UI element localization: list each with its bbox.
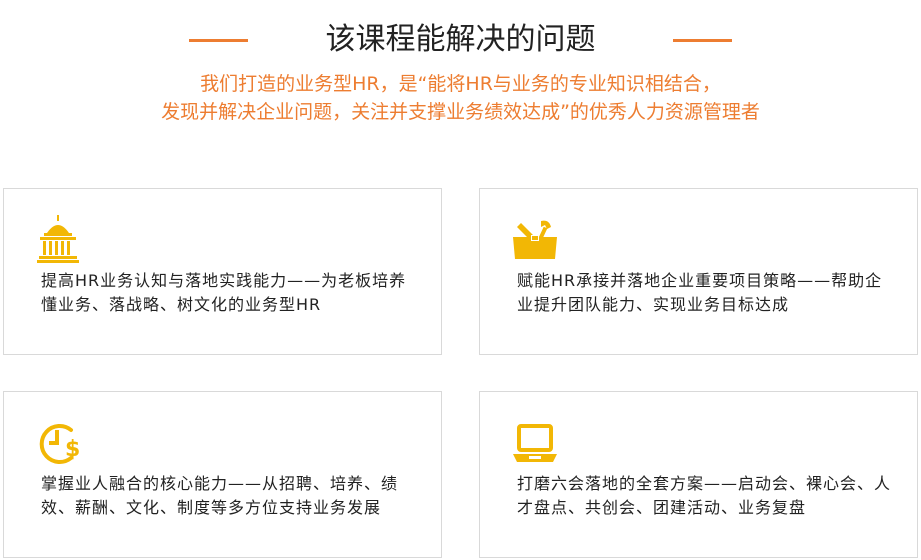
building-icon (35, 215, 83, 263)
page-title: 该课程能解决的问题 (325, 22, 596, 57)
subtitle: 我们打造的业务型HR，是“能将HR与业务的专业知识相结合， 发现并解决企业问题，… (0, 70, 921, 126)
feature-card-six-meetings: 打磨六会落地的全套方案——启动会、裸心会、人才盘点、共创会、团建活动、业务复盘 (479, 391, 918, 558)
subtitle-line-2: 发现并解决企业问题，关注并支撑业务绩效达成”的优秀人力资源管理者 (161, 101, 760, 123)
subtitle-line-1: 我们打造的业务型HR，是“能将HR与业务的专业知识相结合， (200, 73, 721, 95)
card-text: 赋能HR承接并落地企业重要项目策略——帮助企业提升团队能力、实现业务目标达成 (517, 271, 883, 314)
clock-dollar-icon: $ (35, 418, 83, 466)
svg-text:$: $ (65, 437, 80, 462)
toolbox-icon (511, 215, 559, 263)
feature-card-hr-project-strategy: 赋能HR承接并落地企业重要项目策略——帮助企业提升团队能力、实现业务目标达成 (479, 188, 918, 355)
card-text: 打磨六会落地的全套方案——启动会、裸心会、人才盘点、共创会、团建活动、业务复盘 (517, 474, 892, 517)
section-header: 该课程能解决的问题 (0, 8, 921, 58)
laptop-icon (511, 418, 559, 466)
card-text: 掌握业人融合的核心能力——从招聘、培养、绩效、薪酬、文化、制度等多方位支持业务发… (41, 474, 399, 517)
title-decoration-right (673, 39, 732, 42)
feature-card-hr-business-cognition: 提高HR业务认知与落地实践能力——为老板培养懂业务、落战略、树文化的业务型HR (3, 188, 442, 355)
card-text: 提高HR业务认知与落地实践能力——为老板培养懂业务、落战略、树文化的业务型HR (41, 271, 407, 314)
page: 该课程能解决的问题 我们打造的业务型HR，是“能将HR与业务的专业知识相结合， … (0, 0, 921, 560)
feature-card-core-capability: $ 掌握业人融合的核心能力——从招聘、培养、绩效、薪酬、文化、制度等多方位支持业… (3, 391, 442, 558)
